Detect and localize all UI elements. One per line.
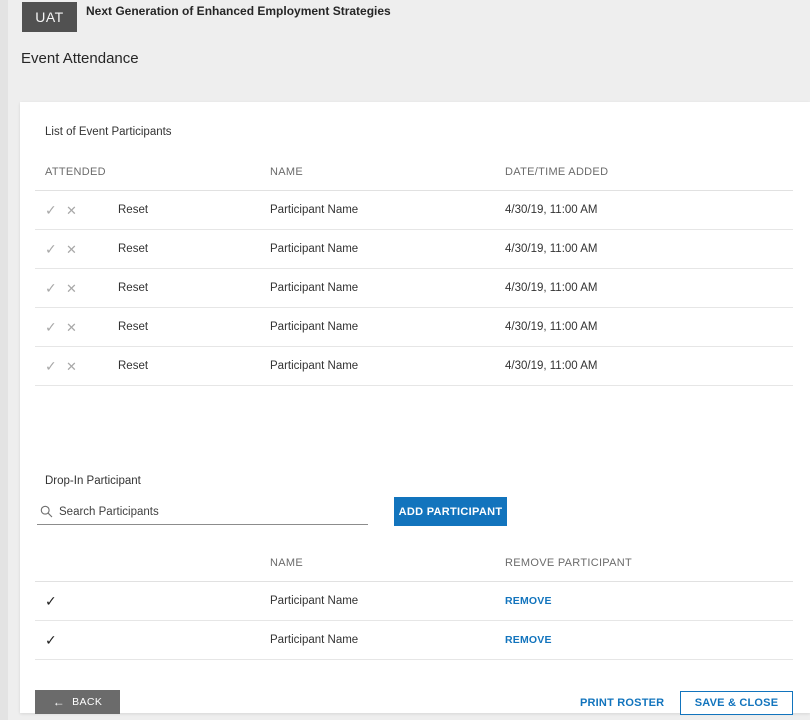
search-icon xyxy=(40,505,53,518)
page-left-edge-strip xyxy=(0,0,8,720)
reset-link[interactable]: Reset xyxy=(118,191,148,230)
event-attendance-page: UAT Next Generation of Enhanced Employme… xyxy=(0,0,810,720)
mark-attended-icon[interactable]: ✓ xyxy=(45,191,57,230)
remove-participant-link[interactable]: REMOVE xyxy=(505,582,552,621)
add-participant-button[interactable]: ADD PARTICIPANT xyxy=(394,497,507,526)
mark-absent-icon[interactable]: ✕ xyxy=(66,191,77,230)
table-row: ✓ ✕ Reset Participant Name 4/30/19, 11:0… xyxy=(20,191,810,230)
table-row: ✓ ✕ Reset Participant Name 4/30/19, 11:0… xyxy=(20,347,810,386)
back-arrow-icon: ← xyxy=(53,696,65,708)
back-button[interactable]: ← BACK xyxy=(35,690,120,714)
column-header-name: NAME xyxy=(270,557,303,569)
mark-absent-icon[interactable]: ✕ xyxy=(66,269,77,308)
remove-participant-link[interactable]: REMOVE xyxy=(505,621,552,660)
reset-link[interactable]: Reset xyxy=(118,230,148,269)
row-divider xyxy=(35,385,793,386)
participant-name: Participant Name xyxy=(270,230,358,269)
column-header-attended: ATTENDED xyxy=(45,166,106,178)
event-attendance-card: List of Event Participants ATTENDED NAME… xyxy=(20,102,810,713)
date-time-added: 4/30/19, 11:00 AM xyxy=(505,347,598,386)
participant-name: Participant Name xyxy=(270,308,358,347)
attended-check-icon: ✓ xyxy=(45,582,57,621)
attended-check-icon: ✓ xyxy=(45,621,57,660)
table-row: ✓ ✕ Reset Participant Name 4/30/19, 11:0… xyxy=(20,230,810,269)
search-participants-input[interactable] xyxy=(59,502,359,522)
back-button-label: BACK xyxy=(72,696,102,708)
mark-attended-icon[interactable]: ✓ xyxy=(45,269,57,308)
column-header-remove-participant: REMOVE PARTICIPANT xyxy=(505,557,632,569)
save-and-close-button[interactable]: SAVE & CLOSE xyxy=(680,691,793,715)
environment-badge: UAT xyxy=(22,2,77,32)
reset-link[interactable]: Reset xyxy=(118,347,148,386)
participant-name: Participant Name xyxy=(270,621,358,660)
mark-attended-icon[interactable]: ✓ xyxy=(45,230,57,269)
participant-name: Participant Name xyxy=(270,347,358,386)
date-time-added: 4/30/19, 11:00 AM xyxy=(505,308,598,347)
print-roster-link[interactable]: PRINT ROSTER xyxy=(580,697,664,709)
participant-name: Participant Name xyxy=(270,191,358,230)
column-header-date-added: DATE/TIME ADDED xyxy=(505,166,608,178)
participant-search-field xyxy=(37,500,368,525)
mark-absent-icon[interactable]: ✕ xyxy=(66,230,77,269)
mark-attended-icon[interactable]: ✓ xyxy=(45,347,57,386)
mark-absent-icon[interactable]: ✕ xyxy=(66,347,77,386)
reset-link[interactable]: Reset xyxy=(118,308,148,347)
mark-attended-icon[interactable]: ✓ xyxy=(45,308,57,347)
drop-in-section-label: Drop-In Participant xyxy=(45,475,141,487)
participants-table-body: ✓ ✕ Reset Participant Name 4/30/19, 11:0… xyxy=(20,191,810,386)
participant-name: Participant Name xyxy=(270,582,358,621)
date-time-added: 4/30/19, 11:00 AM xyxy=(505,230,598,269)
table-row: ✓ Participant Name REMOVE xyxy=(20,621,810,660)
participant-name: Participant Name xyxy=(270,269,358,308)
participants-section-label: List of Event Participants xyxy=(45,126,172,138)
table-row: ✓ Participant Name REMOVE xyxy=(20,582,810,621)
drop-in-table-header: NAME REMOVE PARTICIPANT xyxy=(20,557,810,569)
page-title: Event Attendance xyxy=(21,50,139,67)
table-row: ✓ ✕ Reset Participant Name 4/30/19, 11:0… xyxy=(20,308,810,347)
row-divider xyxy=(35,659,793,660)
date-time-added: 4/30/19, 11:00 AM xyxy=(505,269,598,308)
participants-table-header: ATTENDED NAME DATE/TIME ADDED xyxy=(20,166,810,178)
mark-absent-icon[interactable]: ✕ xyxy=(66,308,77,347)
app-title: Next Generation of Enhanced Employment S… xyxy=(86,3,391,19)
reset-link[interactable]: Reset xyxy=(118,269,148,308)
table-row: ✓ ✕ Reset Participant Name 4/30/19, 11:0… xyxy=(20,269,810,308)
column-header-name: NAME xyxy=(270,166,303,178)
drop-in-table-body: ✓ Participant Name REMOVE ✓ Participant … xyxy=(20,582,810,660)
date-time-added: 4/30/19, 11:00 AM xyxy=(505,191,598,230)
